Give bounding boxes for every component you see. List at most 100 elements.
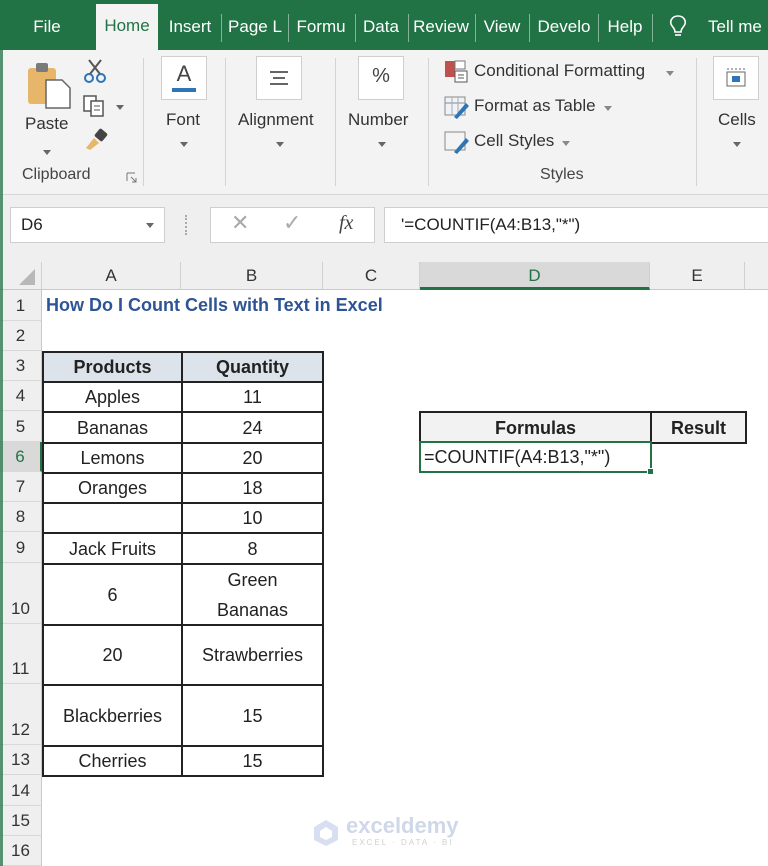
- name-box[interactable]: D6: [10, 207, 165, 243]
- row-header-2[interactable]: 2: [0, 321, 42, 351]
- tab-separator: [652, 14, 653, 42]
- column-header-b[interactable]: B: [181, 262, 323, 290]
- row-header-12[interactable]: 12: [0, 684, 42, 745]
- paste-label: Paste: [25, 114, 69, 133]
- column-header-e[interactable]: E: [650, 262, 745, 290]
- row-header-11[interactable]: 11: [0, 624, 42, 684]
- table-cell-a13[interactable]: Cherries: [42, 745, 183, 777]
- number-button[interactable]: % Number: [340, 50, 425, 160]
- formula-table-header-formulas[interactable]: Formulas: [419, 411, 652, 444]
- table-cell-b4[interactable]: 11: [181, 381, 324, 413]
- tab-developer[interactable]: Develo: [531, 10, 597, 50]
- alignment-button[interactable]: Alignment: [230, 50, 330, 160]
- table-cell-b11[interactable]: Strawberries: [181, 624, 324, 686]
- table-cell-b13[interactable]: 15: [181, 745, 324, 777]
- cell-styles-button[interactable]: Cell Styles: [444, 128, 584, 156]
- font-button[interactable]: A Font: [150, 50, 220, 160]
- align-center-icon: [256, 56, 302, 100]
- cancel-icon[interactable]: ✕: [231, 210, 249, 236]
- tab-separator: [529, 14, 530, 42]
- row-header-4[interactable]: 4: [0, 381, 42, 411]
- table-cell-a9[interactable]: Jack Fruits: [42, 532, 183, 565]
- select-all-button[interactable]: [0, 262, 42, 290]
- row-header-16[interactable]: 16: [0, 836, 42, 866]
- result-cell-e6[interactable]: [652, 444, 747, 472]
- tab-review[interactable]: Review: [410, 10, 472, 50]
- dialog-launcher-icon[interactable]: [126, 172, 138, 184]
- table-header-products[interactable]: Products: [42, 351, 183, 383]
- paste-button[interactable]: Paste: [20, 58, 75, 158]
- copy-dropdown-icon[interactable]: [116, 105, 124, 110]
- lightbulb-icon[interactable]: [668, 14, 688, 40]
- format-as-table-label: Format as Table: [474, 96, 596, 115]
- row-header-13[interactable]: 13: [0, 745, 42, 775]
- row-header-3[interactable]: 3: [0, 351, 42, 381]
- column-header-c[interactable]: C: [323, 262, 420, 290]
- select-all-triangle-icon: [19, 269, 35, 285]
- row-header-1[interactable]: 1: [0, 290, 42, 321]
- formula-bar-area: D6 ✕ ✓ fx '=COUNTIF(A4:B13,"*"): [0, 195, 768, 262]
- tab-home[interactable]: Home: [96, 4, 158, 50]
- format-as-table-button[interactable]: Format as Table: [444, 93, 624, 121]
- ribbon: Paste Clipboard A Font Alignment % Numbe…: [0, 50, 768, 195]
- formula-input[interactable]: '=COUNTIF(A4:B13,"*"): [384, 207, 768, 243]
- table-header-quantity[interactable]: Quantity: [181, 351, 324, 383]
- table-cell-b6[interactable]: 20: [181, 442, 324, 474]
- chevron-down-icon: [562, 141, 570, 146]
- column-headers: A B C D E: [42, 262, 768, 290]
- tab-help[interactable]: Help: [600, 10, 650, 50]
- table-cell-b8[interactable]: 10: [181, 502, 324, 534]
- name-box-dropdown-icon[interactable]: [146, 223, 154, 228]
- exceldemy-logo-icon: [314, 820, 338, 846]
- table-cell-b9[interactable]: 8: [181, 532, 324, 565]
- tab-file[interactable]: File: [18, 10, 76, 50]
- table-cell-a12[interactable]: Blackberries: [42, 684, 183, 747]
- format-painter-icon[interactable]: [84, 128, 110, 152]
- tab-page-layout[interactable]: Page L: [224, 10, 286, 50]
- table-cell-a8[interactable]: [42, 502, 183, 534]
- row-header-15[interactable]: 15: [0, 806, 42, 836]
- column-header-d[interactable]: D: [420, 262, 650, 290]
- conditional-formatting-button[interactable]: Conditional Formatting: [444, 58, 684, 86]
- conditional-formatting-icon: [445, 60, 468, 83]
- row-header-10[interactable]: 10: [0, 563, 42, 624]
- tab-formulas[interactable]: Formu: [290, 10, 352, 50]
- cell-styles-label: Cell Styles: [474, 131, 555, 150]
- row-header-6[interactable]: 6: [0, 442, 42, 472]
- table-cell-b12[interactable]: 15: [181, 684, 324, 747]
- cell-styles-icon: [444, 131, 469, 154]
- table-cell-a6[interactable]: Lemons: [42, 442, 183, 474]
- row-header-14[interactable]: 14: [0, 775, 42, 806]
- insert-function-icon[interactable]: fx: [339, 212, 353, 235]
- formula-table-header-result[interactable]: Result: [650, 411, 747, 444]
- tell-me-search[interactable]: Tell me: [708, 10, 762, 44]
- tab-insert[interactable]: Insert: [162, 10, 218, 50]
- row-header-5[interactable]: 5: [0, 411, 42, 442]
- table-cell-a4[interactable]: Apples: [42, 381, 183, 413]
- tab-data[interactable]: Data: [357, 10, 405, 50]
- table-cell-a11[interactable]: 20: [42, 624, 183, 686]
- font-label: Font: [166, 110, 201, 129]
- table-cell-b5[interactable]: 24: [181, 411, 324, 444]
- chevron-down-icon: [378, 142, 386, 147]
- tab-view[interactable]: View: [477, 10, 527, 50]
- column-header-a[interactable]: A: [42, 262, 181, 290]
- enter-icon[interactable]: ✓: [283, 210, 301, 236]
- tab-separator: [408, 14, 409, 42]
- selected-cell-d6[interactable]: =COUNTIF(A4:B13,"*"): [419, 441, 652, 473]
- table-cell-a5[interactable]: Bananas: [42, 411, 183, 444]
- table-cell-a7[interactable]: Oranges: [42, 472, 183, 504]
- row-header-9[interactable]: 9: [0, 532, 42, 563]
- table-cell-b10[interactable]: Green Bananas: [181, 563, 324, 626]
- table-cell-a10[interactable]: 6: [42, 563, 183, 626]
- sheet-title-cell-a1[interactable]: How Do I Count Cells with Text in Excel: [46, 290, 383, 321]
- cut-icon[interactable]: [82, 58, 108, 84]
- table-cell-b7[interactable]: 18: [181, 472, 324, 504]
- chevron-down-icon: [276, 142, 284, 147]
- row-header-8[interactable]: 8: [0, 502, 42, 532]
- copy-icon[interactable]: [82, 94, 108, 118]
- format-as-table-icon: [444, 96, 469, 119]
- cells-button[interactable]: Cells: [705, 50, 768, 160]
- row-header-7[interactable]: 7: [0, 472, 42, 502]
- formula-bar-resize-handle[interactable]: [185, 215, 188, 235]
